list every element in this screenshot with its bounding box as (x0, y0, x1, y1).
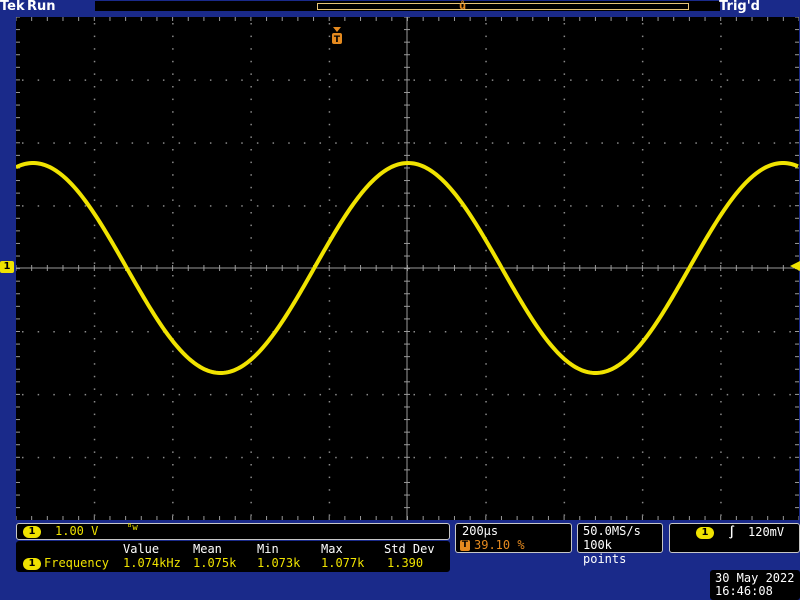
measurement-panel[interactable]: Value Mean Min Max Std Dev 1 Frequency 1… (16, 541, 450, 572)
measurement-header-mean: Mean (193, 542, 222, 556)
trigger-level-arrow-icon[interactable] (786, 259, 800, 273)
svg-text:T: T (334, 35, 341, 45)
channel-1-badge: 1 (23, 526, 41, 538)
vertical-scale-readout[interactable]: 1 1.00 V ᴮw (16, 523, 450, 540)
channel-1-ground-marker[interactable]: 1 (0, 261, 14, 273)
trigger-position-marker-icon[interactable]: T (331, 27, 343, 45)
record-trigger-marker-icon: ů (459, 1, 467, 12)
trigger-source-badge: 1 (696, 527, 714, 539)
rising-edge-icon: ∫ (728, 525, 736, 539)
waveform-display[interactable]: T (16, 17, 799, 520)
measurement-channel-badge: 1 (23, 558, 41, 570)
bandwidth-limit-icon: ᴮw (127, 523, 138, 533)
acquisition-readout[interactable]: 50.0MS/s 100k points (577, 523, 663, 566)
measurement-header-max: Max (321, 542, 343, 556)
acquisition-status: Run (27, 0, 56, 14)
date-value: 30 May 2022 (715, 571, 795, 585)
top-status-bar: Tek Run ů Trig'd (0, 0, 800, 15)
vertical-scale-value: 1.00 V (55, 524, 99, 538)
record-length-value: 100k points (583, 538, 627, 566)
timebase-readout[interactable]: 200µs T 39.10 % (455, 523, 572, 553)
trigger-status: Trig'd (719, 0, 760, 14)
measurement-min: 1.073k (257, 556, 301, 570)
datetime-readout: 30 May 2022 16:46:08 (710, 570, 800, 600)
measurement-value: 1.074kHz (123, 556, 181, 570)
measurement-header-min: Min (257, 542, 279, 556)
measurement-header-value: Value (123, 542, 160, 556)
record-overview-bar[interactable]: ů (95, 1, 720, 12)
waveform-trace-layer (16, 160, 799, 376)
trigger-readout[interactable]: 1 ∫ 120mV (669, 523, 800, 553)
record-view-window[interactable] (317, 3, 689, 10)
measurement-header-stddev: Std Dev (384, 542, 435, 556)
trigger-position-icon: T (460, 540, 470, 551)
measurement-max: 1.077k (321, 556, 365, 570)
brand-label: Tek (0, 0, 25, 14)
trigger-level-value: 120mV (748, 525, 785, 539)
measurement-name: Frequency (44, 556, 110, 570)
sample-rate-value: 50.0MS/s (583, 524, 641, 538)
timebase-value: 200µs (462, 524, 499, 538)
measurement-stddev: 1.390 (387, 556, 424, 570)
channel-1-waveform (16, 160, 799, 376)
measurement-mean: 1.075k (193, 556, 237, 570)
time-value: 16:46:08 (715, 584, 773, 598)
trigger-position-value: 39.10 % (474, 538, 525, 552)
